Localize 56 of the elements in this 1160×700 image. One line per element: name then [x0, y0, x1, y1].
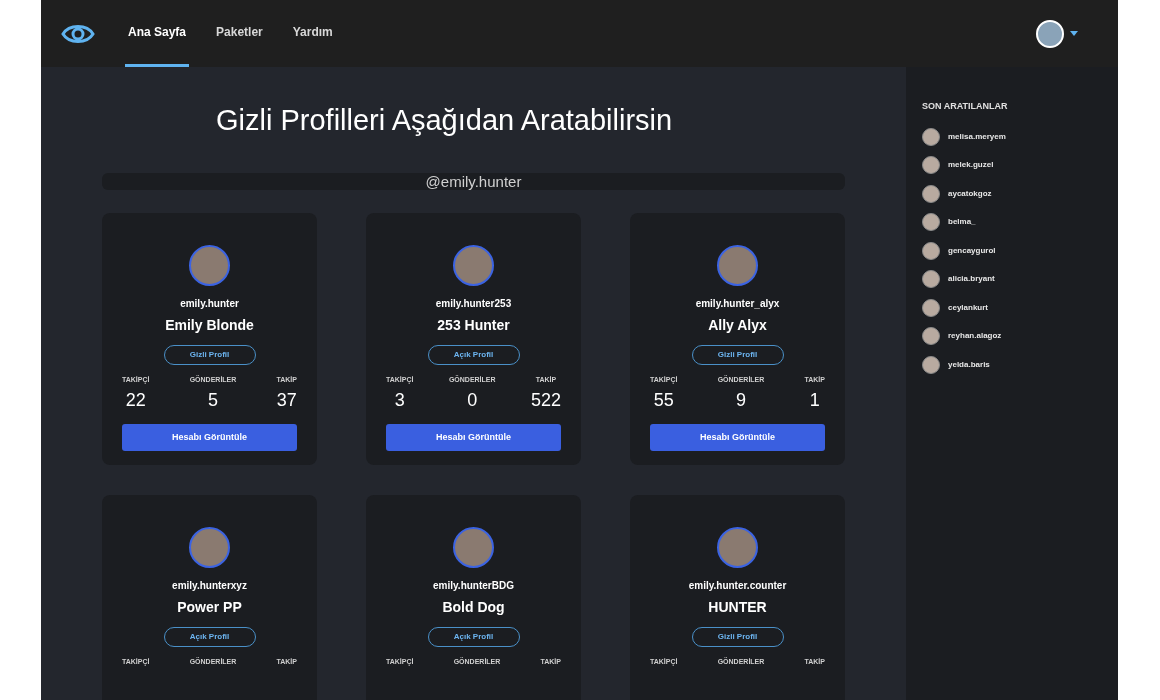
page-heading: Gizli Profilleri Aşağıdan Aratabilirsin	[215, 103, 673, 138]
recent-search-link[interactable]: alicia.bryant	[948, 273, 995, 286]
recent-search-link[interactable]: aycatokgoz	[948, 187, 992, 200]
recent-search-link[interactable]: melek.guzel	[948, 159, 994, 172]
avatar-placeholder	[717, 244, 758, 286]
nav-tab[interactable]: Ana Sayfa	[125, 0, 190, 67]
stat-value: 9	[736, 389, 746, 412]
stat-value: 1	[809, 389, 820, 412]
sidebar-title: SON ARATILANLAR	[922, 100, 1009, 113]
display-name: HUNTER	[708, 597, 767, 617]
avatar-placeholder	[922, 298, 940, 317]
avatar-placeholder	[717, 526, 758, 568]
nav-tab[interactable]: Yardım	[289, 0, 336, 67]
username: emily.hunterxyz	[172, 578, 247, 593]
display-name: Power PP	[177, 597, 242, 617]
avatar-placeholder	[453, 244, 494, 286]
avatar-placeholder	[922, 270, 940, 289]
avatar-placeholder	[922, 241, 940, 260]
avatar-placeholder	[922, 184, 940, 203]
avatar-placeholder	[453, 526, 494, 568]
recent-search-link[interactable]: gencaygurol	[948, 244, 996, 257]
avatar-placeholder	[922, 213, 940, 232]
recent-search-link[interactable]: melisa.meryem	[948, 130, 1006, 143]
search-field[interactable]: @emily.hunter	[102, 172, 845, 190]
recent-search-link[interactable]: yelda.baris	[948, 358, 990, 371]
view-account-button[interactable]: Hesabı Görüntüle	[386, 424, 561, 451]
username: emily.hunter253	[435, 296, 512, 311]
caret-icon[interactable]	[1070, 31, 1078, 36]
avatar-placeholder	[189, 526, 230, 568]
nav-tab[interactable]: Paketler	[213, 0, 266, 67]
stat-value: 0	[467, 389, 478, 412]
avatar-placeholder	[922, 127, 940, 146]
stat-value: 5	[208, 389, 218, 412]
stat-value: 522	[530, 389, 561, 412]
display-name: 253 Hunter	[437, 315, 510, 335]
view-account-button[interactable]: Hesabı Görüntüle	[650, 424, 825, 451]
username: emily.hunter.counter	[688, 578, 787, 593]
stat-value: 3	[394, 389, 405, 412]
recent-search-link[interactable]: reyhan.alagoz	[948, 330, 1002, 343]
display-name: Bold Dog	[442, 597, 505, 617]
avatar-button[interactable]	[1036, 19, 1064, 48]
view-account-button[interactable]: Hesabı Görüntüle	[122, 424, 297, 451]
avatar-placeholder	[189, 244, 230, 286]
avatar-placeholder	[922, 156, 940, 175]
avatar-placeholder	[922, 355, 940, 374]
stat-value: 22	[125, 389, 146, 412]
recent-search-link[interactable]: belma_	[948, 216, 976, 229]
display-name: Ally Alyx	[708, 315, 767, 335]
username: emily.hunter	[180, 296, 239, 311]
username: emily.hunterBDG	[433, 578, 514, 593]
avatar-placeholder	[922, 327, 940, 346]
username: emily.hunter_alyx	[695, 296, 780, 311]
stat-value: 55	[653, 389, 674, 412]
stat-value: 37	[276, 389, 297, 412]
recent-search-link[interactable]: ceylankurt	[948, 301, 989, 314]
display-name: Emily Blonde	[165, 315, 254, 335]
